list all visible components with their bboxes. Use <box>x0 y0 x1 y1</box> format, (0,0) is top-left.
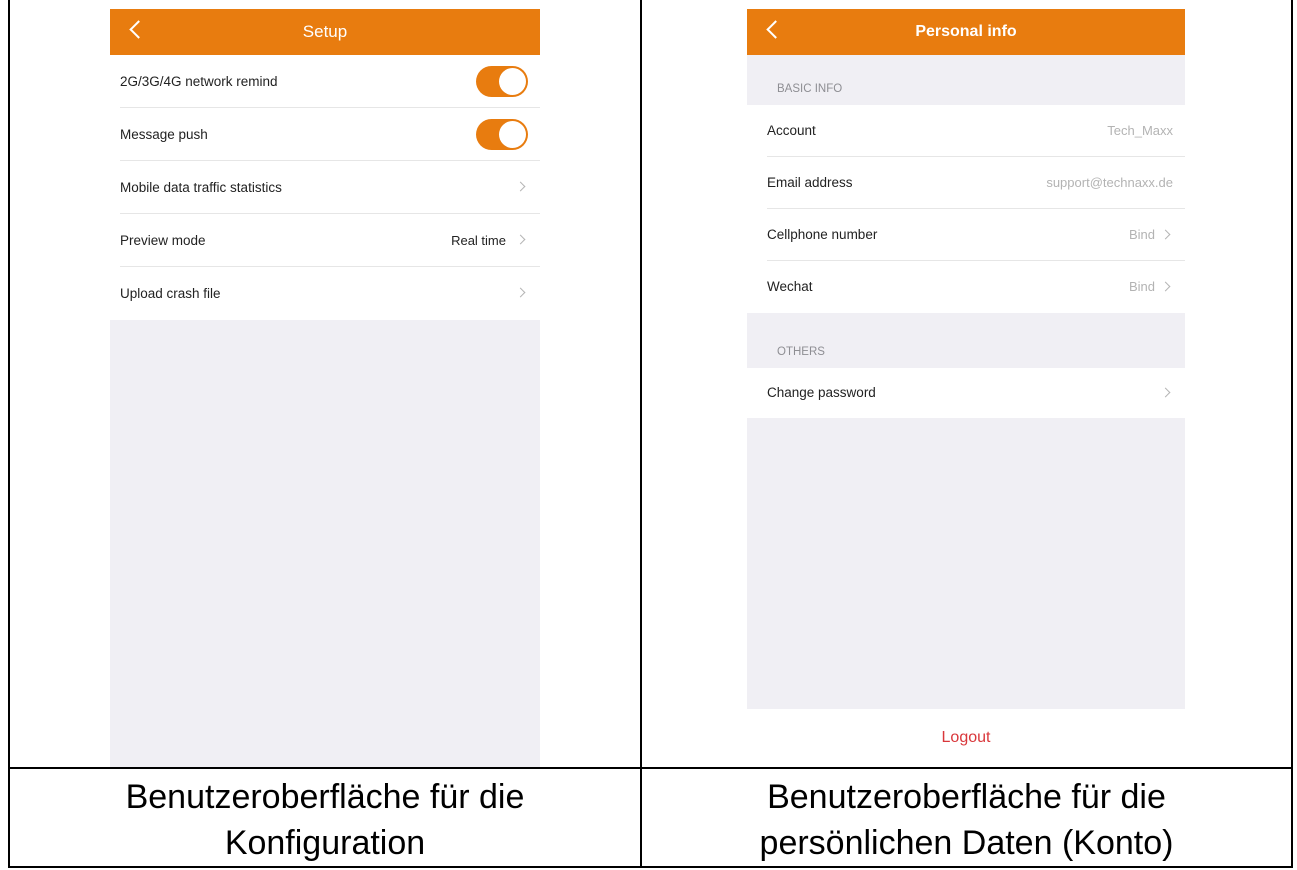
info-label: Account <box>767 123 816 138</box>
setting-label: 2G/3G/4G network remind <box>120 74 278 89</box>
account-value: Tech_Maxx <box>1107 123 1173 138</box>
caption-left: Benutzeroberfläche für die Konfiguration <box>125 778 525 862</box>
info-row-email[interactable]: Email address support@technaxx.de <box>747 157 1185 209</box>
setting-label: Mobile data traffic statistics <box>120 180 282 195</box>
section-header-others: OTHERS <box>777 346 825 358</box>
chevron-right-icon <box>515 287 526 298</box>
personal-navbar: Personal info <box>747 9 1185 55</box>
info-row-cellphone[interactable]: Cellphone number Bind <box>747 209 1185 261</box>
setting-row-upload-crash[interactable]: Upload crash file <box>110 267 540 320</box>
info-row-wechat[interactable]: Wechat Bind <box>747 261 1185 313</box>
setting-row-traffic-statistics[interactable]: Mobile data traffic statistics <box>110 161 540 214</box>
chevron-right-icon <box>1160 229 1171 240</box>
chevron-right-icon <box>515 234 526 245</box>
personal-title: Personal info <box>915 23 1017 40</box>
message-push-toggle[interactable] <box>476 119 528 150</box>
personal-info-screen: Personal info BASIC INFO Account Tech_Ma… <box>747 9 1185 767</box>
setting-label: Upload crash file <box>120 286 221 301</box>
setting-row-network-remind[interactable]: 2G/3G/4G network remind <box>110 55 540 108</box>
cellphone-bind-value: Bind <box>1128 227 1155 242</box>
info-label: Email address <box>767 175 853 190</box>
section-header-basic-info: BASIC INFO <box>777 83 843 95</box>
setting-label: Message push <box>120 127 208 142</box>
setting-label: Preview mode <box>120 233 206 248</box>
email-value: support@technaxx.de <box>1046 175 1173 190</box>
setting-row-preview-mode[interactable]: Preview mode Real time <box>110 214 540 267</box>
info-row-account[interactable]: Account Tech_Maxx <box>747 105 1185 157</box>
setup-screen: Setup 2G/3G/4G network remind Message pu… <box>110 9 540 767</box>
network-remind-toggle[interactable] <box>476 66 528 97</box>
logout-button[interactable]: Logout <box>747 709 1185 767</box>
chevron-right-icon <box>1160 387 1171 398</box>
setup-navbar: Setup <box>110 9 540 55</box>
setting-row-message-push[interactable]: Message push <box>110 108 540 161</box>
setup-title: Setup <box>302 22 348 41</box>
info-row-change-password[interactable]: Change password <box>747 368 1185 418</box>
toggle-knob <box>499 121 526 148</box>
toggle-knob <box>499 68 526 95</box>
info-label: Change password <box>767 385 876 400</box>
caption-right: Benutzeroberfläche für die persönlichen … <box>759 778 1174 862</box>
info-label: Cellphone number <box>767 227 878 242</box>
info-label: Wechat <box>767 279 813 294</box>
preview-mode-value: Real time <box>451 233 506 248</box>
wechat-bind-value: Bind <box>1128 279 1155 294</box>
logout-bar: Logout <box>747 709 1185 767</box>
table-divider-vertical <box>640 0 642 868</box>
chevron-right-icon <box>1160 281 1171 292</box>
chevron-right-icon <box>515 181 526 192</box>
